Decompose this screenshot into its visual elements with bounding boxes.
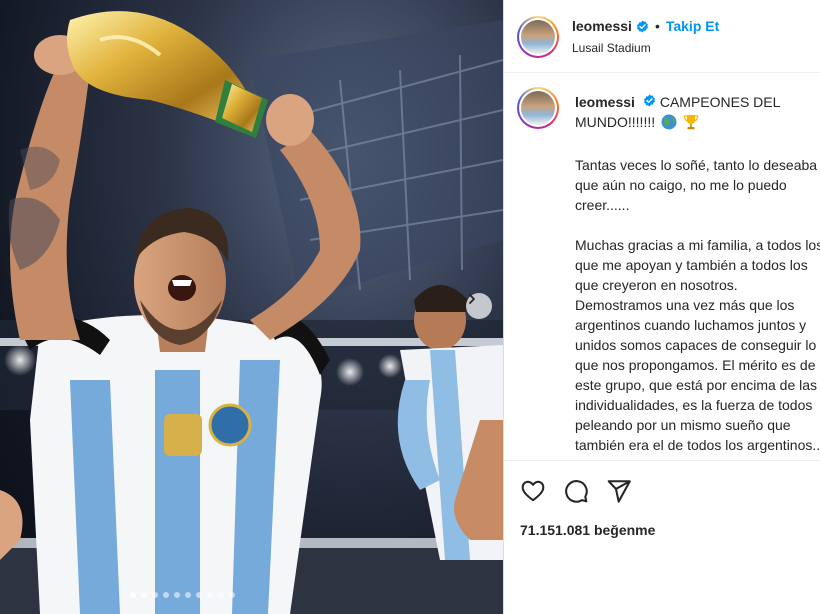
follow-button[interactable]: Takip Et	[666, 18, 719, 34]
caption-area[interactable]: leomessi CAMPEONES DEL MUNDO!!!!!!! Tant…	[504, 73, 820, 461]
carousel-dot	[152, 592, 158, 598]
verified-badge-icon	[636, 20, 649, 33]
trophy-emoji-icon	[683, 114, 699, 135]
carousel-dot	[174, 592, 180, 598]
profile-picture	[521, 91, 555, 125]
carousel-dot	[207, 592, 213, 598]
carousel-dot	[229, 592, 235, 598]
carousel-dot	[141, 592, 147, 598]
chevron-right-icon	[469, 294, 475, 304]
post-header: leomessi • Takip Et Lusail Stadium	[504, 0, 820, 73]
location-link[interactable]: Lusail Stadium	[572, 41, 651, 55]
carousel-dot	[163, 592, 169, 598]
send-icon[interactable]	[606, 478, 632, 504]
caption: leomessi CAMPEONES DEL MUNDO!!!!!!! Tant…	[575, 92, 820, 460]
globe-emoji-icon	[661, 114, 677, 135]
caption-avatar[interactable]	[517, 87, 559, 129]
caption-paragraph: Tantas veces lo soñé, tanto lo deseaba q…	[575, 157, 818, 213]
carousel-dot	[196, 592, 202, 598]
post-photo[interactable]	[0, 0, 503, 614]
post-details-panel: leomessi • Takip Et Lusail Stadium leome…	[503, 0, 820, 614]
action-bar	[504, 462, 820, 518]
caption-head: leomessi CAMPEONES DEL MUNDO!!!!!!!	[575, 92, 820, 135]
like-count[interactable]: 71.151.081 beğenme	[520, 522, 655, 538]
comment-icon[interactable]	[563, 478, 589, 504]
carousel-dot	[130, 592, 136, 598]
header-user-line: leomessi • Takip Et	[572, 18, 719, 34]
carousel-indicator	[130, 592, 235, 598]
carousel-dot	[218, 592, 224, 598]
verified-badge-icon	[643, 94, 656, 107]
avatar[interactable]	[517, 16, 559, 58]
caption-username[interactable]: leomessi	[575, 94, 635, 110]
username-link[interactable]: leomessi	[572, 18, 632, 34]
carousel-dot	[185, 592, 191, 598]
separator-dot: •	[654, 18, 660, 34]
caption-paragraph: Muchas gracias a mi familia, a todos los…	[575, 237, 820, 460]
carousel-next-button[interactable]	[466, 293, 492, 319]
profile-picture	[521, 20, 555, 54]
heart-icon[interactable]	[520, 478, 546, 504]
photo-illustration	[0, 11, 503, 614]
